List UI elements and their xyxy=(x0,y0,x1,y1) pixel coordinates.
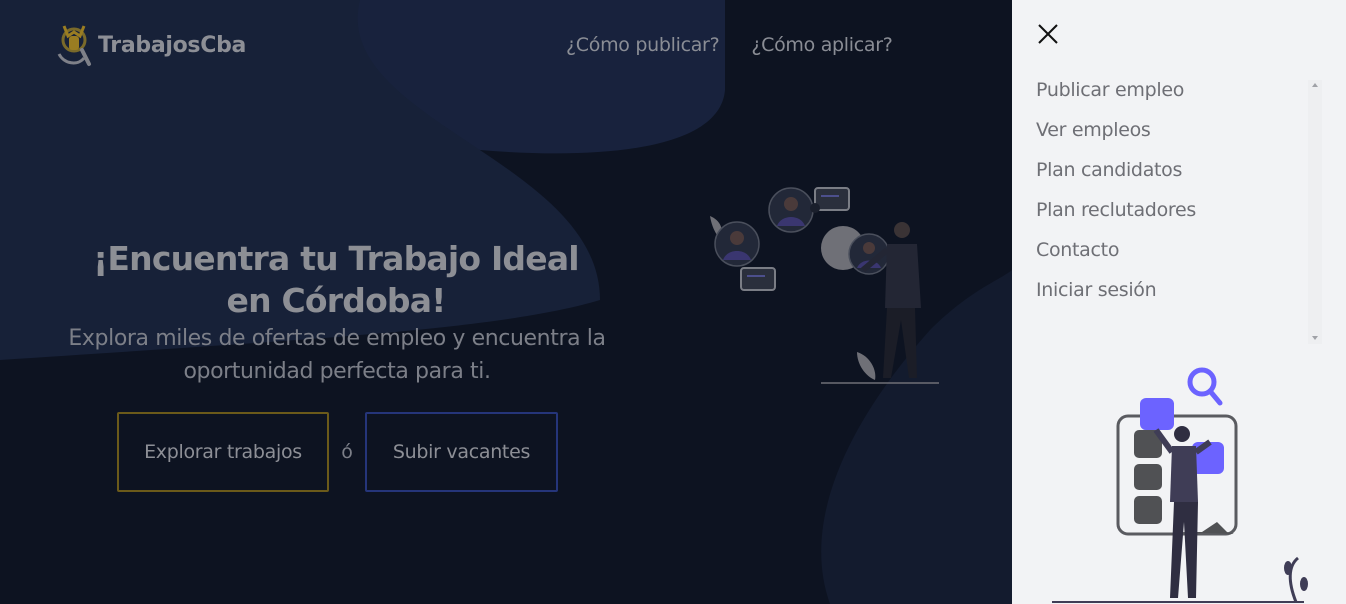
networking-illustration xyxy=(710,187,939,384)
hero-subtitle: Explora miles de ofertas de empleo y enc… xyxy=(68,326,606,384)
explore-jobs-button[interactable]: Explorar trabajos xyxy=(117,412,329,492)
brand-logo-link[interactable]: TrabajosCba xyxy=(56,22,246,68)
menu-item-recruiter-plan[interactable]: Plan reclutadores xyxy=(1036,190,1326,230)
cta-row: Explorar trabajos ó Subir vacantes xyxy=(117,412,558,492)
menu-item-publish-job[interactable]: Publicar empleo xyxy=(1036,70,1326,110)
menu-item-candidate-plan[interactable]: Plan candidatos xyxy=(1036,150,1326,190)
menu-scrollbar[interactable] xyxy=(1308,80,1322,344)
hero-section: TrabajosCba ¿Cómo publicar? ¿Cómo aplica… xyxy=(0,0,1012,604)
nav-link-how-apply[interactable]: ¿Cómo aplicar? xyxy=(751,34,893,56)
scroll-up-arrow-icon[interactable] xyxy=(1312,83,1318,87)
or-separator: ó xyxy=(341,441,353,463)
side-menu-list: Publicar empleo Ver empleos Plan candida… xyxy=(1036,70,1326,346)
menu-item-login[interactable]: Iniciar sesión xyxy=(1036,270,1326,310)
menu-item-view-jobs[interactable]: Ver empleos xyxy=(1036,110,1326,150)
hero-title: ¡Encuentra tu Trabajo Ideal en Córdoba! xyxy=(93,239,579,320)
brand-name: TrabajosCba xyxy=(98,32,247,58)
person-search-logo-icon xyxy=(57,25,91,66)
upload-vacancies-button[interactable]: Subir vacantes xyxy=(365,412,558,492)
side-menu-panel: Publicar empleo Ver empleos Plan candida… xyxy=(1012,0,1346,604)
job-search-illustration xyxy=(1052,367,1308,603)
scroll-down-arrow-icon[interactable] xyxy=(1312,336,1318,340)
menu-item-contact[interactable]: Contacto xyxy=(1036,230,1326,270)
nav-link-how-publish[interactable]: ¿Cómo publicar? xyxy=(566,34,720,56)
close-icon[interactable] xyxy=(1036,22,1060,46)
top-navigation: ¿Cómo publicar? ¿Cómo aplicar? xyxy=(566,34,893,56)
